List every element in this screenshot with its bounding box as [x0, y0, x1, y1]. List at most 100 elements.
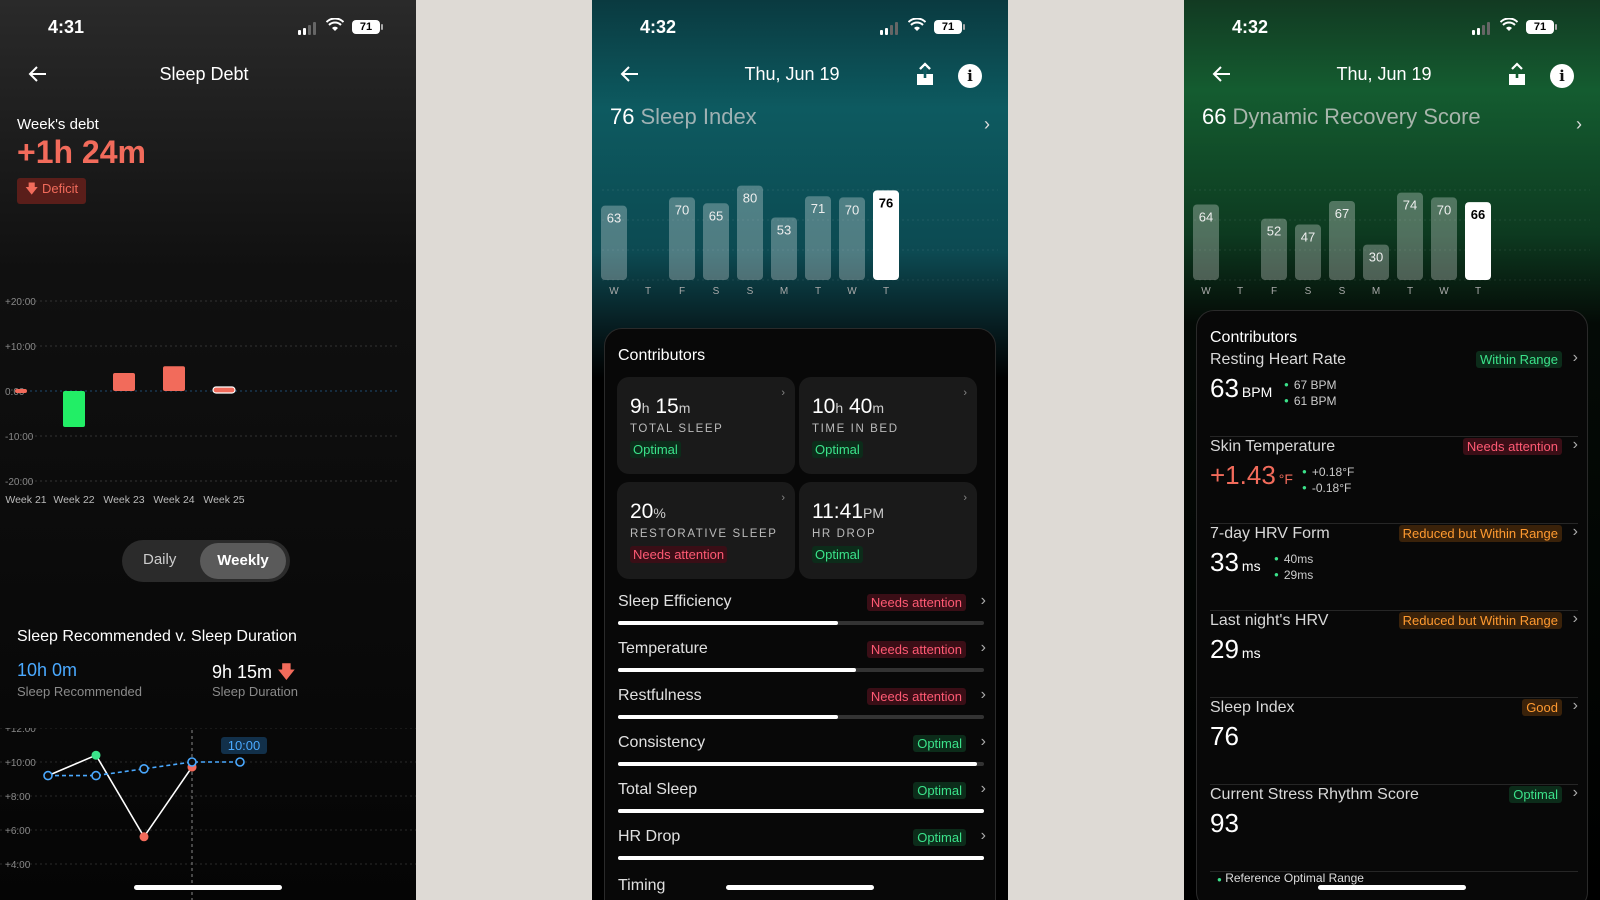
contributor-name: HR Drop	[618, 828, 681, 845]
back-arrow-icon[interactable]	[1212, 64, 1232, 84]
contributor-value: 93	[1210, 808, 1239, 838]
status-badge: Needs attention	[866, 688, 966, 705]
home-indicator	[726, 885, 874, 890]
contributor-row[interactable]: 7-day HRV Form Reduced but Within Range › 3…	[1210, 523, 1578, 611]
contributor-name: Temperature	[618, 640, 708, 657]
x-tick-label: W	[1201, 286, 1211, 297]
bar-value-label: 80	[743, 191, 757, 206]
restorative-sleep-tile[interactable]: 20% RESTORATIVE SLEEP Needs attention ›	[617, 482, 795, 579]
chevron-right-icon: ›	[963, 492, 967, 504]
sleep-index-screen: 4:32 71 Thu, Jun 19 i 76 Sleep Index › W 6…	[592, 0, 1008, 900]
bar	[113, 373, 135, 391]
progress-track	[618, 715, 984, 719]
progress-track	[618, 809, 984, 813]
weeks-debt-label: Week's debt	[17, 116, 99, 133]
chevron-right-icon: ›	[980, 827, 986, 844]
contributors-card: Contributors Resting Heart Rate Within Ra…	[1196, 310, 1588, 900]
chevron-right-icon[interactable]: ›	[1576, 114, 1582, 135]
total-sleep-tile[interactable]: 9h 15m TOTAL SLEEP Optimal ›	[617, 377, 795, 474]
status-badge: Optimal	[913, 735, 966, 752]
contributor-row[interactable]: Resting Heart Rate Within Range › 63BPM 67 B…	[1210, 349, 1578, 437]
chevron-right-icon[interactable]: ›	[984, 114, 990, 135]
status-time: 4:31	[48, 17, 85, 37]
info-icon[interactable]: i	[958, 64, 982, 88]
x-tick-label: S	[1339, 286, 1346, 297]
wifi-icon	[1500, 18, 1518, 31]
contributors-title: Contributors	[1210, 329, 1298, 346]
time-in-bed-tile[interactable]: 10h 40m TIME IN BED Optimal ›	[799, 377, 977, 474]
sleep-debt-chart: +20:00+10:000:00-10:00-20:00Week 21 Week …	[5, 297, 400, 506]
status-badge: Optimal	[1509, 786, 1562, 803]
recommended-value: 10h 0m	[17, 660, 78, 680]
status-badge: Good	[1522, 699, 1562, 716]
progress-fill	[618, 762, 977, 766]
info-icon[interactable]: i	[1550, 64, 1574, 88]
x-tick-label: S	[747, 286, 754, 297]
page-title: Sleep Debt	[159, 64, 249, 84]
weekly-toggle[interactable]: Weekly	[200, 543, 286, 579]
recommended-point	[43, 770, 53, 781]
weeks-debt-value: +1h 24m	[17, 134, 146, 170]
chevron-right-icon: ›	[980, 686, 986, 703]
status-badge: Optimal	[630, 441, 681, 458]
daily-toggle[interactable]: Daily	[143, 551, 176, 568]
progress-track	[618, 621, 984, 625]
y-tick-label: +4:00	[5, 860, 31, 871]
signal-icon	[1472, 22, 1490, 35]
status-badge: Needs attention	[1462, 438, 1562, 455]
contributor-row[interactable]: Last night's HRV Reduced but Within Range…	[1210, 610, 1578, 698]
chevron-right-icon: ›	[1572, 436, 1578, 453]
battery-icon: 71	[352, 20, 383, 34]
share-icon[interactable]	[1506, 62, 1528, 88]
y-tick-label: +10:00	[5, 342, 36, 353]
contributor-row[interactable]: Restfulness Needs attention ›	[618, 686, 986, 733]
bar-value-label: 53	[777, 222, 791, 237]
bar-value-label: 65	[709, 208, 723, 223]
signal-icon	[298, 22, 316, 35]
contributor-row[interactable]: HR Drop Optimal ›	[618, 827, 986, 874]
wifi-icon	[908, 18, 926, 31]
deficit-badge: 🡇 Deficit	[17, 178, 87, 204]
bar	[212, 386, 236, 394]
contributor-row[interactable]: Skin Temperature Needs attention › +1.43°F +…	[1210, 436, 1578, 524]
contributor-row[interactable]: Consistency Optimal ›	[618, 733, 986, 780]
chevron-right-icon: ›	[1572, 784, 1578, 801]
contributor-row[interactable]: Temperature Needs attention ›	[618, 639, 986, 686]
bar	[15, 389, 27, 393]
share-icon[interactable]	[914, 62, 936, 88]
recommended-point	[91, 770, 101, 781]
down-arrow-icon: 🡇	[277, 662, 296, 682]
sleep-trend-chart: +12:00 +10:00 +8:00 +6:00 +4:00 10:00	[0, 728, 416, 900]
duration-point	[91, 750, 101, 760]
contributor-row[interactable]: Sleep Efficiency Needs attention ›	[618, 592, 986, 639]
reference-range-legend: ● Reference Optimal Range	[1217, 871, 1364, 885]
status-badge: Optimal	[812, 546, 863, 563]
contributor-row[interactable]: Total Sleep Optimal ›	[618, 780, 986, 827]
contributor-name: Current Stress Rhythm Score	[1210, 786, 1419, 803]
status-badge: Optimal	[913, 782, 966, 799]
x-tick-label: M	[1372, 286, 1380, 297]
status-badge: Needs attention	[630, 546, 728, 563]
contributor-name: Sleep Index	[1210, 699, 1295, 716]
x-tick-label: Week 21	[5, 494, 46, 506]
back-arrow-icon[interactable]	[28, 64, 48, 84]
status-badge: Needs attention	[866, 594, 966, 611]
score-header[interactable]: 66 Dynamic Recovery Score	[1202, 104, 1481, 130]
score-header[interactable]: 76 Sleep Index	[610, 104, 757, 130]
x-tick-label: T	[1407, 286, 1413, 297]
contributor-row[interactable]: Sleep Index Good › 76	[1210, 697, 1578, 785]
status-time: 4:32	[1232, 17, 1269, 37]
contributor-value: 63 BPM	[1210, 373, 1273, 403]
back-arrow-icon[interactable]	[620, 64, 640, 84]
x-tick-label: Week 22	[53, 494, 94, 506]
chevron-right-icon: ›	[1572, 523, 1578, 540]
bar-value-label: 47	[1301, 230, 1315, 245]
chevron-right-icon: ›	[980, 639, 986, 656]
chevron-right-icon: ›	[781, 387, 785, 399]
reference-range: 67 BPM61 BPM	[1284, 377, 1337, 409]
bar-value-label: 70	[845, 202, 859, 217]
hr-drop-tile[interactable]: 11:41PM HR DROP Optimal ›	[799, 482, 977, 579]
x-tick-label: W	[609, 286, 619, 297]
contributor-row[interactable]: Current Stress Rhythm Score Optimal › 93	[1210, 784, 1578, 872]
bar	[63, 391, 85, 427]
